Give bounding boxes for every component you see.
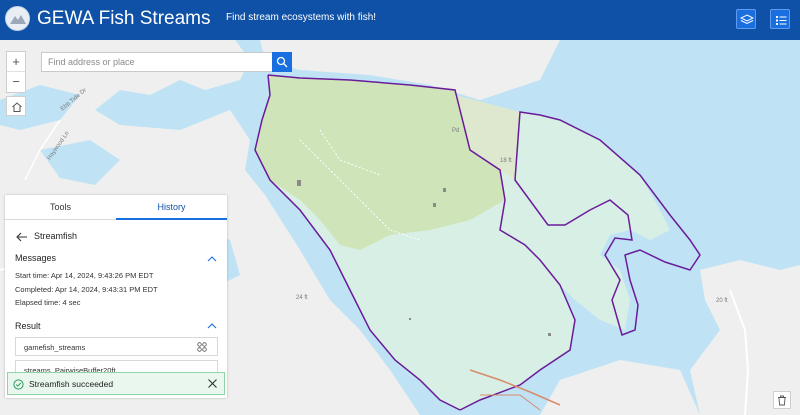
options-icon[interactable] <box>197 342 207 352</box>
result-heading: Result <box>15 321 41 331</box>
tab-tools[interactable]: Tools <box>5 195 116 220</box>
back-button[interactable] <box>15 231 29 243</box>
list-icon <box>776 16 787 25</box>
layers-icon <box>740 14 754 25</box>
search-button[interactable] <box>272 52 292 72</box>
result-item[interactable]: gamefish_streams <box>15 337 218 356</box>
home-icon <box>12 102 22 112</box>
app-header: GEWA Fish Streams Find stream ecosystems… <box>0 0 800 40</box>
search-input[interactable] <box>42 53 272 71</box>
arrow-left-icon <box>16 232 27 242</box>
tool-name: Streamfish <box>34 231 78 241</box>
chevron-up-icon[interactable] <box>207 255 217 263</box>
zoom-controls: + − <box>6 51 26 93</box>
panel-tabs: Tools History <box>5 195 227 220</box>
zoom-out-button[interactable]: − <box>7 72 25 92</box>
messages-heading: Messages <box>15 253 57 263</box>
zoom-in-button[interactable]: + <box>7 52 25 72</box>
layers-button[interactable] <box>736 9 756 29</box>
trash-icon <box>778 395 786 406</box>
app-subtitle: Find stream ecosystems with fish! <box>226 12 377 23</box>
analysis-panel: Tools History Streamfish Messages Start … <box>5 195 227 398</box>
place-label: Pd <box>452 128 460 134</box>
delete-button[interactable] <box>773 391 791 409</box>
depth-label: 24 ft <box>296 295 308 301</box>
depth-label: 18 ft <box>500 158 512 164</box>
chevron-up-icon[interactable] <box>207 322 217 330</box>
start-time: Start time: Apr 14, 2024, 9:43:26 PM EDT <box>15 271 154 280</box>
toast-message: Streamfish succeeded <box>29 379 114 389</box>
completed-time: Completed: Apr 14, 2024, 9:43:31 PM EDT <box>15 285 158 294</box>
result-item-label: gamefish_streams <box>24 343 86 352</box>
check-circle-icon <box>13 379 24 390</box>
depth-label: 20 ft <box>716 298 728 304</box>
search-icon <box>276 56 288 68</box>
success-toast: Streamfish succeeded <box>7 372 225 395</box>
app-logo <box>5 6 30 31</box>
legend-button[interactable] <box>770 9 790 29</box>
app-title: GEWA Fish Streams <box>37 8 211 29</box>
home-button[interactable] <box>6 96 26 116</box>
elapsed-time: Elapsed time: 4 sec <box>15 298 81 307</box>
close-icon[interactable] <box>207 378 218 389</box>
tab-history[interactable]: History <box>116 195 227 220</box>
search-box <box>41 52 292 72</box>
